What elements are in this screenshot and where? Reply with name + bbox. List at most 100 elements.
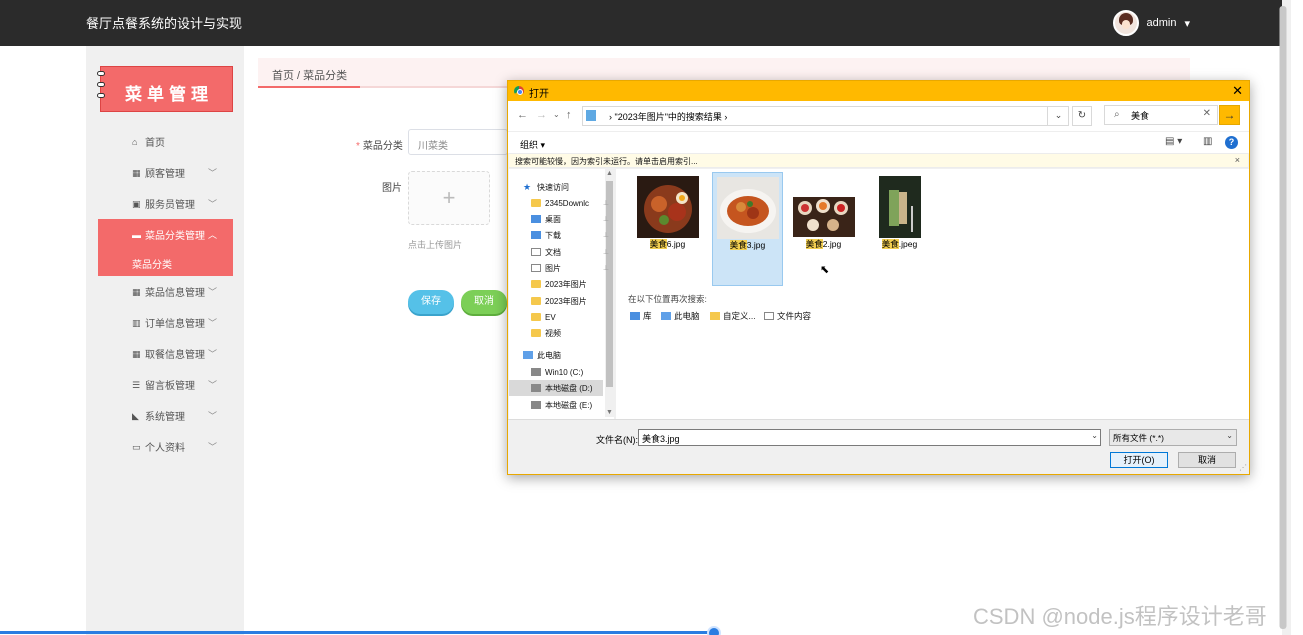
dialog-title: 打开 — [529, 89, 549, 100]
sidebar-item-label: 顾客管理 — [145, 169, 185, 180]
sidebar-item[interactable]: ▦ 顾客管理 ﹀ — [98, 157, 233, 188]
file-name[interactable]: 美食2.jpg — [788, 238, 859, 250]
sidebar-item[interactable]: ▥ 订单信息管理 ﹀ — [98, 307, 233, 338]
sidebar-logo: 菜单管理 — [97, 66, 233, 112]
sidebar-item[interactable]: ☰ 留言板管理 ﹀ — [98, 369, 233, 400]
nav-item[interactable]: 视频 — [509, 325, 603, 341]
sidebar-item[interactable]: ▦ 菜品信息管理 ﹀ — [98, 276, 233, 307]
search-value[interactable]: 美食 — [1131, 111, 1149, 121]
file-name[interactable]: 美食3.jpg — [713, 239, 782, 251]
close-icon[interactable]: × — [1235, 155, 1240, 165]
category-input[interactable]: 川菜类 — [408, 129, 508, 155]
food-thumbnail — [792, 197, 855, 237]
path-text[interactable]: › "2023年图片"中的搜索结果 › — [609, 112, 727, 122]
resize-grip-icon[interactable]: ⋰ — [1239, 463, 1247, 472]
up-icon[interactable]: ↑ — [566, 109, 572, 121]
search-location-library[interactable]: 库 — [630, 310, 652, 322]
folder-icon — [531, 313, 541, 321]
help-icon[interactable]: ? — [1225, 136, 1238, 149]
plus-icon: + — [442, 185, 456, 210]
preview-pane-icon[interactable]: ▥ — [1203, 136, 1212, 147]
scroll-up-icon[interactable]: ▲ — [606, 170, 613, 177]
chevron-down-icon[interactable]: ▾ — [1184, 17, 1190, 30]
menu-icon: ▣ — [132, 198, 141, 209]
path-box[interactable]: › "2023年图片"中的搜索结果 › ⌄ — [582, 106, 1069, 126]
image-upload[interactable]: + — [408, 171, 490, 225]
sidebar-item-label: 首页 — [145, 138, 165, 149]
open-button[interactable]: 打开(O) — [1110, 452, 1168, 468]
search-input[interactable]: ⌕ 美食 ✕ — [1104, 105, 1218, 125]
breadcrumb-text[interactable]: 首页 / 菜品分类 — [272, 67, 347, 83]
sidebar-item[interactable]: ▭ 个人资料 ﹀ — [98, 431, 233, 462]
scrollbar-thumb[interactable] — [606, 181, 613, 387]
sidebar-item[interactable]: ⌂ 首页 — [98, 126, 233, 157]
cancel-button[interactable]: 取消 — [461, 290, 507, 314]
pin-icon[interactable]: ⊥ — [603, 231, 609, 239]
pin-icon[interactable]: ⊥ — [603, 264, 609, 272]
filename-input[interactable]: 美食3.jpg ⌄ — [638, 429, 1101, 446]
chevron-down-icon[interactable]: ⌄ — [1226, 431, 1233, 440]
nav-item[interactable]: 本地磁盘 (D:) — [509, 380, 603, 396]
organize-button[interactable]: 组织 ▾ — [520, 138, 545, 151]
username[interactable]: admin — [1147, 17, 1177, 29]
back-icon[interactable]: ← — [517, 109, 528, 121]
chevron-icon: ﹀ — [207, 349, 217, 359]
nav-item[interactable]: EV — [509, 309, 603, 325]
document-icon — [764, 312, 774, 320]
nav-item[interactable]: ★ 快速访问 — [509, 179, 603, 195]
sidebar-item[interactable]: ▦ 取餐信息管理 ﹀ — [98, 338, 233, 369]
pin-icon[interactable]: ⊥ — [603, 215, 609, 223]
avatar[interactable] — [1112, 10, 1139, 36]
view-options-icon[interactable]: ▤ ▾ — [1165, 136, 1182, 147]
file-item[interactable]: 美食6.jpg — [632, 172, 703, 286]
nav-item[interactable]: Win10 (C:) — [509, 364, 603, 380]
nav-item[interactable]: 图片 ⊥ — [509, 260, 609, 276]
index-infobar[interactable]: 搜索可能较慢，因为索引未运行。请单击启用索引... × — [509, 153, 1248, 168]
sidebar-item[interactable]: ◣ 系统管理 ﹀ — [98, 400, 233, 431]
file-name[interactable]: 美食.jpeg — [864, 238, 935, 250]
recent-locations-icon[interactable]: ⌄ — [553, 110, 560, 119]
scrollbar-thumb[interactable] — [1279, 6, 1287, 629]
save-button[interactable]: 保存 — [408, 290, 454, 314]
drive-icon — [531, 368, 541, 376]
file-item[interactable]: 美食.jpeg — [864, 172, 935, 286]
pin-icon[interactable]: ⊥ — [603, 199, 609, 207]
nav-item[interactable]: 2345Downlc ⊥ — [509, 195, 609, 211]
progress-handle[interactable] — [707, 626, 721, 635]
clear-icon[interactable]: ✕ — [1203, 108, 1211, 119]
library-icon — [630, 312, 640, 320]
file-name[interactable]: 美食6.jpg — [632, 238, 703, 250]
dialog-cancel-button[interactable]: 取消 — [1178, 452, 1236, 468]
nav-item[interactable]: 下载 ⊥ — [509, 227, 609, 243]
nav-item[interactable]: 此电脑 — [509, 347, 603, 363]
chevron-down-icon[interactable]: ⌄ — [1091, 431, 1098, 440]
refresh-icon[interactable]: ↻ — [1072, 106, 1092, 126]
sidebar-subitem-category[interactable]: 菜品分类 — [98, 250, 233, 276]
chevron-down-icon[interactable]: ⌄ — [1047, 106, 1069, 126]
sidebar-item[interactable]: ▣ 服务员管理 ﹀ — [98, 188, 233, 219]
pin-icon[interactable]: ⊥ — [603, 248, 609, 256]
nav-item[interactable]: 文档 ⊥ — [509, 244, 609, 260]
menu-icon: ▭ — [132, 441, 141, 452]
forward-icon[interactable]: → — [536, 109, 547, 121]
search-location-custom[interactable]: 自定义... — [710, 310, 756, 322]
nav-item[interactable]: 2023年图片 — [509, 276, 603, 292]
watermark: CSDN @node.js程序设计老哥 — [973, 604, 1267, 629]
sidebar-item[interactable]: ▬ 菜品分类管理 ︿ — [98, 219, 233, 250]
nav-item[interactable]: 2023年图片 — [509, 293, 603, 309]
filetype-select[interactable]: 所有文件 (*.*) ⌄ — [1109, 429, 1237, 446]
nav-item[interactable]: 桌面 ⊥ — [509, 211, 609, 227]
scroll-down-icon[interactable]: ▼ — [606, 409, 613, 416]
nav-item[interactable]: 本地磁盘 (E:) — [509, 397, 603, 413]
file-item[interactable]: 美食3.jpg — [712, 172, 783, 286]
close-icon[interactable]: ✕ — [1232, 83, 1243, 99]
user-menu[interactable]: admin ▾ — [1112, 10, 1190, 36]
blue-icon — [531, 215, 541, 223]
search-location-pc[interactable]: 此电脑 — [661, 310, 700, 322]
page-scrollbar[interactable] — [1279, 0, 1291, 635]
go-arrow-icon[interactable]: → — [1219, 105, 1240, 125]
folder-icon — [531, 199, 541, 207]
infobar-text[interactable]: 搜索可能较慢，因为索引未运行。请单击启用索引... — [515, 157, 698, 166]
search-location-contents[interactable]: 文件内容 — [764, 310, 811, 322]
dialog-titlebar[interactable]: 打开 ✕ — [508, 81, 1249, 101]
